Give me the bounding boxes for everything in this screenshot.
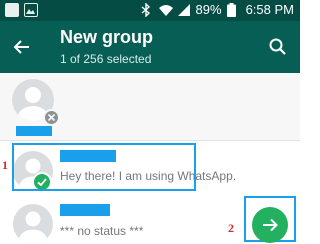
app-bar: New group 1 of 256 selected	[0, 21, 300, 73]
annotation-number-2: 2	[228, 221, 234, 235]
bluetooth-icon	[139, 1, 153, 18]
search-button[interactable]	[264, 33, 292, 61]
remove-selected-button[interactable]	[43, 109, 60, 126]
status-bar-notifications	[5, 3, 38, 17]
battery-percent: 89%	[195, 2, 222, 17]
annotation-highlight-contact	[12, 143, 196, 191]
avatar-placeholder-icon	[19, 211, 47, 244]
back-button[interactable]	[8, 33, 36, 61]
battery-icon	[226, 2, 241, 17]
clock: 6:58 PM	[245, 2, 294, 17]
contact-avatar	[13, 204, 53, 244]
page-title: New group	[60, 27, 153, 47]
gallery-icon	[24, 3, 38, 17]
search-icon	[269, 38, 286, 55]
signal-icon	[177, 3, 191, 17]
selected-contact-name-redacted	[16, 126, 52, 136]
wifi-icon	[158, 3, 173, 17]
forward-arrow-icon	[263, 218, 278, 232]
back-arrow-icon	[13, 40, 29, 54]
next-fab-button[interactable]	[252, 207, 288, 243]
notification-icon	[5, 3, 19, 17]
annotation-number-1: 1	[2, 158, 8, 172]
selected-contacts-strip	[0, 73, 300, 141]
close-icon	[47, 113, 56, 122]
selection-count: 1 of 256 selected	[60, 52, 152, 66]
status-bar-system: 89% 6:58 PM	[139, 1, 294, 18]
contact-status: *** no status ***	[60, 224, 144, 238]
status-bar: 89% 6:58 PM	[0, 0, 300, 21]
contact-name-redacted	[60, 204, 110, 216]
